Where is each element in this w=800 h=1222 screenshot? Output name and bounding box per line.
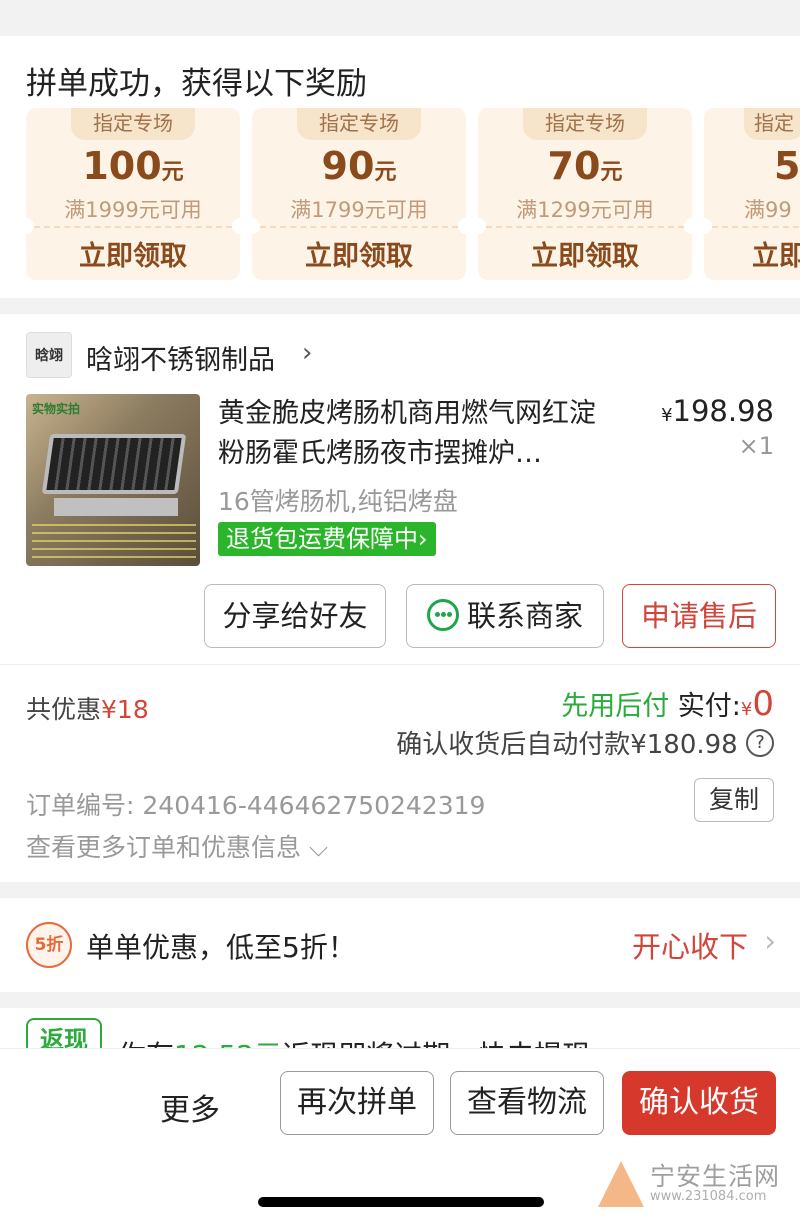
order-number: 订单编号: 240416-446462750242319 <box>26 791 486 820</box>
total-discount: 共优惠¥18 <box>26 695 149 724</box>
product-price: ¥198.98 <box>661 394 774 428</box>
coupon-tag: 指定专场 <box>297 108 421 140</box>
claim-coupon-button[interactable]: 立即 <box>752 234 800 273</box>
coupon-divider <box>712 226 800 228</box>
accept-promo-button[interactable]: 开心收下 <box>632 924 748 966</box>
claim-coupon-button[interactable]: 立即领取 <box>26 234 240 273</box>
coupon-divider <box>486 226 684 228</box>
coupon-tag: 指定专场 <box>71 108 195 140</box>
coupon-amount: 100元 <box>82 144 184 188</box>
coupon-card[interactable]: 指定专场 90元 满1799元可用 立即领取 <box>252 108 466 280</box>
claim-coupon-button[interactable]: 立即领取 <box>252 234 466 273</box>
more-order-info-link[interactable]: 查看更多订单和优惠信息 ⌵ <box>26 828 328 864</box>
watermark-logo-icon <box>598 1161 644 1207</box>
claim-coupon-button[interactable]: 立即领取 <box>478 234 692 273</box>
promo-text: 单单优惠，低至5折！ <box>86 931 356 964</box>
auto-pay-note: 确认收货后自动付款¥180.98 ? <box>396 724 774 761</box>
home-indicator[interactable] <box>258 1197 544 1207</box>
coupon-amount: 90元 <box>321 144 397 188</box>
coupon-divider <box>34 226 232 228</box>
discount-badge-icon: 5折 <box>26 922 72 968</box>
regroup-button[interactable]: 再次拼单 <box>280 1071 434 1135</box>
promo-banner[interactable]: 5折 单单优惠，低至5折！ 开心收下 › <box>0 898 800 992</box>
after-sale-button[interactable]: 申请售后 <box>622 584 776 648</box>
site-watermark: 宁安生活网 www.231084.com <box>598 1157 784 1211</box>
pay-later-label: 先用后付 <box>561 691 670 722</box>
coupon-condition: 满99 <box>744 198 792 222</box>
more-button[interactable]: 更多 <box>160 1085 220 1129</box>
paid-amount: 先用后付 实付:¥0 <box>561 684 774 724</box>
help-icon[interactable]: ? <box>746 728 774 757</box>
watermark-name: 宁安生活网 <box>650 1162 781 1191</box>
coupon-amount: 70元 <box>547 144 623 188</box>
coupon-card[interactable]: 指定专场 70元 满1299元可用 立即领取 <box>478 108 692 280</box>
product-spec: 16管烤肠机,纯铝烤盘 <box>218 487 458 516</box>
coupon-card[interactable]: 指定专场 100元 满1999元可用 立即领取 <box>26 108 240 280</box>
view-logistics-button[interactable]: 查看物流 <box>450 1071 604 1135</box>
confirm-receipt-button[interactable]: 确认收货 <box>622 1071 776 1135</box>
coupon-tag: 指定 <box>744 108 800 140</box>
coupon-condition: 满1799元可用 <box>290 198 428 222</box>
coupon-amount: 5 <box>774 144 800 188</box>
return-shipping-guarantee-badge[interactable]: 退货包运费保障中› <box>218 522 436 556</box>
watermark-url: www.231084.com <box>650 1189 767 1204</box>
share-button[interactable]: 分享给好友 <box>204 584 386 648</box>
coupon-condition: 满1299元可用 <box>516 198 654 222</box>
divider <box>0 664 800 665</box>
contact-seller-button[interactable]: 联系商家 <box>406 584 604 648</box>
rewards-title: 拼单成功，获得以下奖励 <box>26 66 367 102</box>
copy-order-number-button[interactable]: 复制 <box>694 778 774 822</box>
product-title[interactable]: 黄金脆皮烤肠机商用燃气网红淀粉肠霍氏烤肠夜市摆摊炉… <box>218 394 618 474</box>
chevron-right-icon[interactable]: › <box>302 338 312 368</box>
chat-icon <box>426 599 459 631</box>
rewards-section: 拼单成功，获得以下奖励 指定专场 100元 满1999元可用 立即领取 指定专场… <box>0 36 800 298</box>
product-quantity: ×1 <box>738 432 774 460</box>
coupon-condition: 满1999元可用 <box>64 198 202 222</box>
product-image-label: 实物实拍 <box>32 402 81 416</box>
chevron-right-icon[interactable]: › <box>764 924 776 958</box>
coupon-divider <box>260 226 458 228</box>
shop-logo[interactable]: 晗翊 <box>26 332 72 378</box>
shop-name[interactable]: 晗翊不锈钢制品 <box>86 338 275 377</box>
bottom-action-bar: 更多 再次拼单 查看物流 确认收货 宁安生活网 www.231084.com <box>0 1048 800 1222</box>
coupon-tag: 指定专场 <box>523 108 647 140</box>
product-image[interactable]: 实物实拍 <box>26 394 200 566</box>
coupon-card[interactable]: 指定 5 满99 立即 <box>704 108 800 280</box>
order-detail-page: 拼单成功，获得以下奖励 指定专场 100元 满1999元可用 立即领取 指定专场… <box>0 0 800 1222</box>
order-card: 晗翊 晗翊不锈钢制品 › 实物实拍 黄金脆皮烤肠机商用燃气网红淀粉肠霍氏烤肠夜市… <box>0 314 800 882</box>
